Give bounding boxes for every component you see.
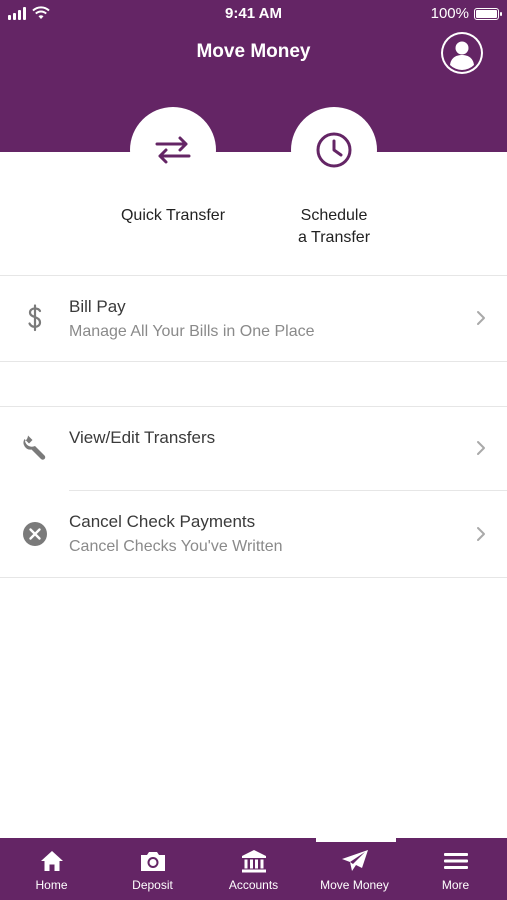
tab-label: Move Money [320,878,389,892]
schedule-transfer-button[interactable]: Schedule a Transfer [249,107,419,249]
quick-transfer-button[interactable]: Quick Transfer [88,107,258,227]
clock-icon [316,132,352,168]
home-icon [40,851,63,871]
menu-item-subtitle: Cancel Checks You've Written [69,538,283,555]
battery-icon [474,7,502,20]
tab-move-money[interactable]: Move Money [304,838,405,900]
divider [0,361,507,362]
chevron-right-icon [477,527,485,541]
swap-arrows-icon [155,136,191,164]
battery-percent: 100% [430,5,469,22]
tab-more[interactable]: More [405,838,506,900]
tab-home[interactable]: Home [1,838,102,900]
page-title: Move Money [196,41,311,62]
tab-label: More [441,878,470,892]
menu-item-cancel-check-payments[interactable]: Cancel Check Payments Cancel Checks You'… [0,491,507,577]
chevron-right-icon [477,441,485,455]
user-avatar-icon[interactable] [441,32,483,74]
tab-label: Deposit [132,878,173,892]
tab-accounts[interactable]: Accounts [203,838,304,900]
menu-item-title: View/Edit Transfers [69,428,216,447]
cancel-circle-icon [20,519,50,549]
menu-item-subtitle: Manage All Your Bills in One Place [69,323,315,340]
camera-icon [140,852,165,871]
wrench-icon [20,432,50,462]
tab-deposit[interactable]: Deposit [102,838,203,900]
chevron-right-icon [477,311,485,325]
menu-item-title: Bill Pay [69,297,126,316]
status-bar: 9:41 AM 100% [0,0,507,28]
menu-item-view-edit-transfers[interactable]: View/Edit Transfers [0,407,507,491]
tab-bar: Home Deposit Accounts Move Money More [0,838,507,900]
paper-plane-icon [341,850,368,871]
menu-item-bill-pay[interactable]: Bill Pay Manage All Your Bills in One Pl… [0,276,507,361]
schedule-transfer-label: Schedule a Transfer [297,207,371,246]
menu-item-title: Cancel Check Payments [69,512,256,531]
tab-label: Home [35,878,68,892]
active-tab-indicator [316,838,396,842]
menu-icon [443,853,468,869]
dollar-icon [20,303,50,333]
bank-icon [241,850,266,873]
divider [0,577,507,578]
quick-transfer-label: Quick Transfer [120,207,226,224]
tab-label: Accounts [228,878,279,892]
